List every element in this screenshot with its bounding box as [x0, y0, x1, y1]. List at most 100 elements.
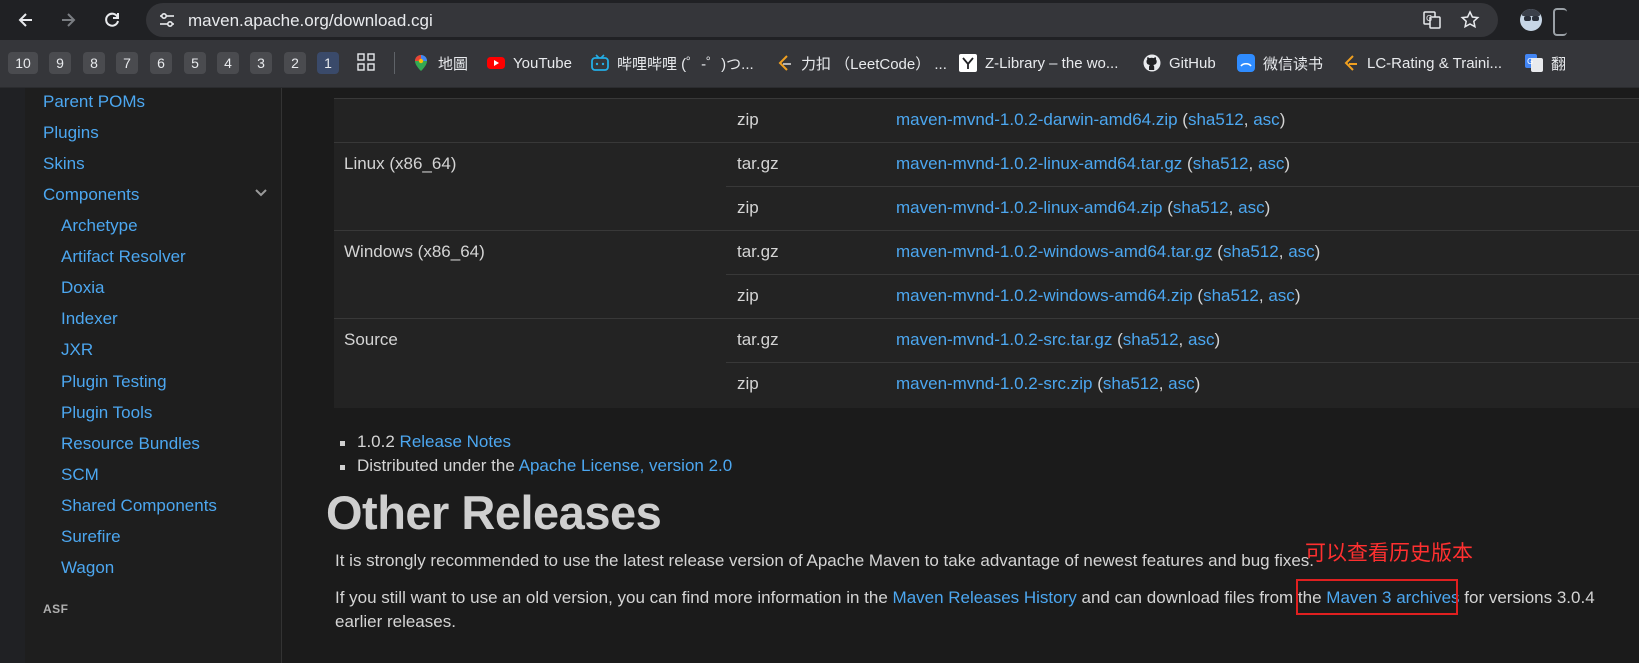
table-divider — [726, 362, 1639, 363]
bookmarks-divider — [394, 52, 395, 74]
asc-link[interactable]: asc — [1288, 242, 1314, 261]
sidebar-item-plugin-testing[interactable]: Plugin Testing — [61, 372, 167, 392]
sidebar-item-plugin-tools[interactable]: Plugin Tools — [61, 403, 152, 423]
recommend-paragraph: It is strongly recommended to use the la… — [335, 551, 1315, 570]
reload-button[interactable] — [98, 6, 126, 34]
bookmark-lc-rating[interactable]: LC-Rating & Traini... — [1341, 52, 1502, 74]
sidebar-item-jxr[interactable]: JXR — [61, 340, 93, 360]
file-type: zip — [737, 198, 759, 217]
chevron-down-icon[interactable] — [254, 188, 268, 198]
asc-link[interactable]: asc — [1168, 374, 1194, 393]
releases-history-link[interactable]: Maven Releases History — [893, 588, 1077, 607]
browser-toolbar: maven.apache.org/download.cgi G — [0, 0, 1639, 40]
youtube-icon — [487, 54, 505, 72]
para-prefix: If you still want to use an old version,… — [335, 588, 888, 607]
table-divider — [726, 186, 1639, 187]
separator: , — [1248, 154, 1254, 173]
paren-close: ) — [1284, 154, 1291, 173]
sha512-link[interactable]: sha512 — [1203, 286, 1259, 305]
svg-text:G: G — [1527, 57, 1533, 66]
tab-group-2[interactable]: 2 — [284, 52, 306, 74]
file-type: tar.gz — [737, 154, 779, 173]
license-link[interactable]: Apache License, version 2.0 — [519, 456, 733, 475]
sidebar-item-shared-components[interactable]: Shared Components — [61, 496, 217, 516]
sidebar-item-parent-poms[interactable]: Parent POMs — [43, 92, 145, 112]
translate-icon[interactable]: G — [1422, 10, 1442, 30]
paren-close: ) — [1214, 330, 1221, 349]
tab-group-5[interactable]: 5 — [184, 52, 206, 74]
sha512-link[interactable]: sha512 — [1123, 330, 1179, 349]
sidebar-item-skins[interactable]: Skins — [43, 154, 85, 174]
sidebar-item-artifact-resolver[interactable]: Artifact Resolver — [61, 247, 186, 267]
sidebar-item-wagon[interactable]: Wagon — [61, 558, 114, 578]
bookmark-github[interactable]: GitHub — [1143, 52, 1216, 74]
asc-link[interactable]: asc — [1253, 110, 1279, 129]
sha512-link[interactable]: sha512 — [1103, 374, 1159, 393]
table-row: maven-mvnd-1.0.2-linux-amd64.tar.gz (sha… — [896, 154, 1290, 174]
sidebar-item-scm[interactable]: SCM — [61, 465, 99, 485]
asc-link[interactable]: asc — [1188, 330, 1214, 349]
old-version-paragraph-line2: earlier releases. — [335, 612, 456, 631]
sidebar-item-archetype[interactable]: Archetype — [61, 216, 138, 236]
para-middle: and can download files from the — [1081, 588, 1322, 607]
tab-group-1[interactable]: 1 — [317, 52, 339, 74]
download-link[interactable]: maven-mvnd-1.0.2-windows-amd64.zip — [896, 286, 1193, 305]
download-link[interactable]: maven-mvnd-1.0.2-linux-amd64.zip — [896, 198, 1162, 217]
download-link[interactable]: maven-mvnd-1.0.2-windows-amd64.tar.gz — [896, 242, 1213, 261]
sidebar-item-doxia[interactable]: Doxia — [61, 278, 104, 298]
extension-icon[interactable] — [1553, 8, 1567, 36]
sidebar-item-plugins[interactable]: Plugins — [43, 123, 99, 143]
star-icon[interactable] — [1460, 10, 1480, 30]
bookmark-label: 微信读书 — [1263, 55, 1324, 73]
tab-group-3[interactable]: 3 — [250, 52, 272, 74]
bullet — [340, 465, 345, 470]
download-link[interactable]: maven-mvnd-1.0.2-src.zip — [896, 374, 1093, 393]
tab-group-7[interactable]: 7 — [116, 52, 138, 74]
tab-group-10[interactable]: 10 — [8, 52, 38, 74]
bookmark-leetcode[interactable]: 力扣 （LeetCode） ... — [775, 52, 947, 74]
bookmark-maps[interactable]: 地圖 — [412, 52, 468, 74]
site-info-icon[interactable] — [158, 11, 176, 29]
sidebar-section-asf: ASF — [43, 602, 69, 616]
tab-group-8[interactable]: 8 — [83, 52, 105, 74]
forward-button[interactable] — [54, 6, 82, 34]
paren-close: ) — [1279, 110, 1286, 129]
tab-group-4[interactable]: 4 — [217, 52, 239, 74]
bookmark-label: 翻 — [1551, 55, 1567, 73]
address-bar[interactable]: maven.apache.org/download.cgi G — [146, 3, 1498, 37]
download-link[interactable]: maven-mvnd-1.0.2-linux-amd64.tar.gz — [896, 154, 1182, 173]
sidebar-item-indexer[interactable]: Indexer — [61, 309, 118, 329]
annotation-highlight-box — [1296, 579, 1458, 615]
sha512-link[interactable]: sha512 — [1173, 198, 1229, 217]
license-item: Distributed under the Apache License, ve… — [357, 456, 732, 476]
profile-avatar[interactable] — [1520, 9, 1542, 31]
platform-name: Source — [344, 330, 398, 349]
back-button[interactable] — [12, 6, 40, 34]
sidebar-item-components[interactable]: Components — [43, 185, 139, 205]
asc-link[interactable]: asc — [1238, 198, 1264, 217]
apps-grid-icon[interactable] — [357, 53, 375, 71]
bookmark-youtube[interactable]: YouTube — [487, 52, 572, 74]
sha512-link[interactable]: sha512 — [1193, 154, 1249, 173]
asc-link[interactable]: asc — [1258, 154, 1284, 173]
bookmark-label: GitHub — [1169, 54, 1216, 72]
bookmark-translate[interactable]: G 翻 — [1525, 52, 1566, 74]
avatar-right-eye — [1532, 16, 1539, 21]
tab-group-9[interactable]: 9 — [49, 52, 71, 74]
download-link[interactable]: maven-mvnd-1.0.2-src.tar.gz — [896, 330, 1112, 349]
table-row: maven-mvnd-1.0.2-src.tar.gz (sha512, asc… — [896, 330, 1220, 350]
sha512-link[interactable]: sha512 — [1188, 110, 1244, 129]
download-link[interactable]: maven-mvnd-1.0.2-darwin-amd64.zip — [896, 110, 1178, 129]
sha512-link[interactable]: sha512 — [1223, 242, 1279, 261]
bookmark-zlibrary[interactable]: Z-Library – the wo... — [959, 52, 1118, 74]
release-notes-link[interactable]: Release Notes — [400, 432, 512, 451]
asc-link[interactable]: asc — [1268, 286, 1294, 305]
platform-name: Windows (x86_64) — [344, 242, 485, 261]
paren-close: ) — [1264, 198, 1271, 217]
bookmark-bilibili[interactable]: 哔哩哔哩 (゜-゜)つ... — [591, 52, 754, 74]
tab-group-6[interactable]: 6 — [150, 52, 172, 74]
bookmark-weread[interactable]: 微信读书 — [1237, 52, 1323, 74]
sidebar-item-surefire[interactable]: Surefire — [61, 527, 121, 547]
url-text[interactable]: maven.apache.org/download.cgi — [188, 11, 433, 31]
sidebar-item-resource-bundles[interactable]: Resource Bundles — [61, 434, 200, 454]
